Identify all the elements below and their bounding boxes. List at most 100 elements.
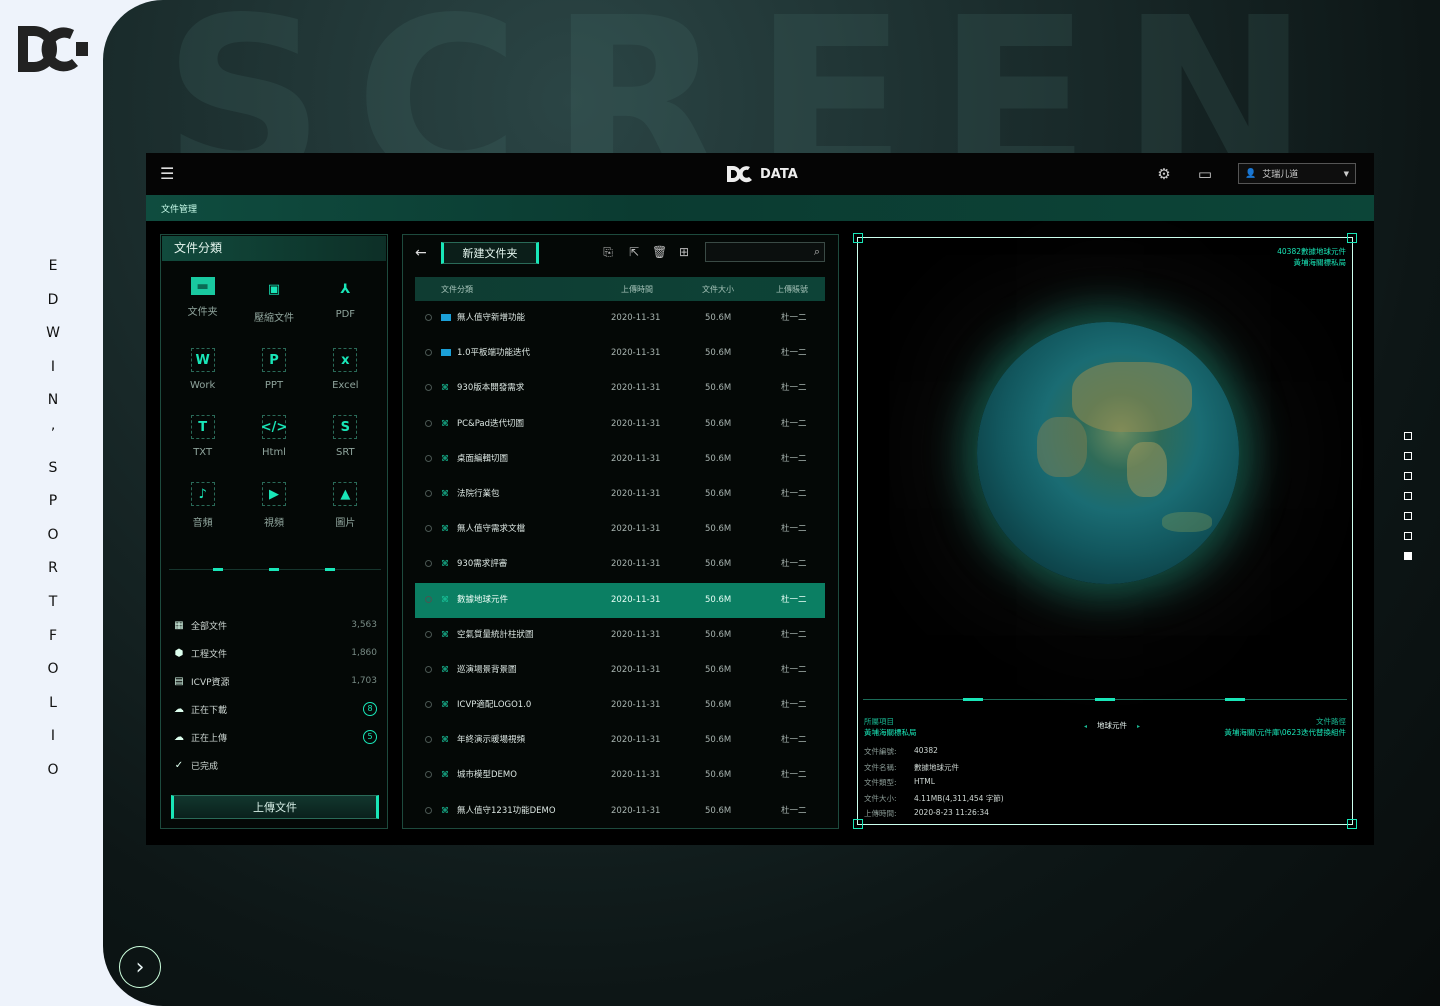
title-letter: I [50,728,56,745]
upload-button[interactable]: 上傳文件 [171,795,379,819]
title-letter: ’ [50,425,56,442]
page-dot[interactable] [1404,532,1412,540]
table-row[interactable]: 無人值守新增功能 2020-11-31 50.6M 杜一二 [415,301,825,336]
preview-panel: 40382數據地球元件 黃埔海關標私局 所屬項目 黃埔海關標私局 ◂ 地球元件 ▸ … [853,233,1357,829]
table-row[interactable]: ⌘ PC&Pad迭代切圖 2020-11-31 50.6M 杜一二 [415,407,825,442]
row-radio[interactable] [425,525,432,533]
row-radio[interactable] [425,454,432,462]
corner-mark [1347,233,1357,243]
row-radio[interactable] [425,349,432,357]
next-dot-icon[interactable]: ▸ [1137,723,1140,730]
table-row[interactable]: ⌘ 桌面編輯切圖 2020-11-31 50.6M 杜一二 [415,442,825,477]
table-row[interactable]: ⌘ 930版本開發需求 2020-11-31 50.6M 杜一二 [415,371,825,406]
prev-dot-icon[interactable]: ◂ [1084,723,1087,730]
settings-icon[interactable]: ⚙ [1156,166,1172,182]
save-icon[interactable]: ▭ [1197,166,1213,182]
title-letter: W [46,325,60,342]
table-row[interactable]: ⌘ 空氣質量統計柱狀圖 2020-11-31 50.6M 杜一二 [415,618,825,653]
table-row[interactable]: ⌘ ICVP適配LOGO1.0 2020-11-31 50.6M 杜一二 [415,688,825,723]
row-radio[interactable] [425,384,432,392]
row-radio[interactable] [425,419,432,427]
table-row[interactable]: ⌘ 930需求評審 2020-11-31 50.6M 杜一二 [415,547,825,582]
row-radio[interactable] [425,595,432,603]
vertical-title: E D W I N ’ S P O R T F O L I O [44,258,62,778]
category-item[interactable]: ⅄ PDF [310,277,381,324]
table-row[interactable]: ⌘ 數據地球元件 2020-11-31 50.6M 杜一二 [415,582,825,618]
row-radio[interactable] [425,701,432,709]
category-item[interactable]: ▣ 壓縮文件 [238,277,309,325]
category-item[interactable]: </> Html [238,415,309,458]
user-dropdown[interactable]: 👤 艾瑞儿道 ▼ [1238,163,1356,184]
file-icon: ⌘ [441,453,449,463]
preview-title-row: ◂ 地球元件 ▸ [1074,720,1150,731]
row-radio[interactable] [425,736,432,744]
column-header[interactable]: 上傳賬號 [776,277,808,301]
preview-tag: 40382數據地球元件 黃埔海關標私局 [1277,246,1346,268]
page-dot[interactable] [1404,552,1412,560]
file-size: 50.6M [705,348,732,359]
meta-key: 上傳時間: [864,809,897,818]
stat-row[interactable]: ✓ 已完成 [173,751,377,779]
stat-row[interactable]: ☁ 正在下載 8 [173,695,377,723]
row-radio[interactable] [425,630,432,638]
category-item[interactable]: x Excel [310,348,381,391]
earth-globe[interactable] [977,322,1239,584]
row-radio[interactable] [425,771,432,779]
page-dot[interactable] [1404,472,1412,480]
stat-row[interactable]: ⬢ 工程文件 1,860 [173,639,377,667]
file-icon: ⌘ [441,664,449,674]
title-letter: F [48,627,58,644]
preview-divider [863,698,1347,701]
meta-value: HTML [914,777,935,786]
page-dot[interactable] [1404,512,1412,520]
category-item[interactable]: T TXT [167,415,238,458]
grid-view-icon[interactable]: ⊞ [677,245,691,259]
category-item[interactable]: W Work [167,348,238,391]
user-icon: 👤 [1245,168,1257,179]
file-meta: 文件編號: 40382 文件名稱: 數據地球元件 文件類型: HTML 文件大小: 4.11M… [864,746,1004,824]
category-item[interactable]: S SRT [310,415,381,458]
category-item[interactable]: ♪ 音頻 [167,482,238,529]
row-radio[interactable] [425,665,432,673]
category-item[interactable]: ▬ 文件夹 [167,277,238,324]
table-row[interactable]: ⌘ 無人值守需求文檔 2020-11-31 50.6M 杜一二 [415,512,825,547]
meta-key: 文件大小: [864,793,897,803]
title-letter: S [48,459,58,476]
export-icon[interactable]: ⇱ [627,245,641,259]
next-arrow-button[interactable]: › [119,946,161,988]
file-icon: ⌘ [441,735,449,745]
search-input[interactable]: ⌕ [705,242,825,262]
trash-icon[interactable]: 🗑 [652,245,667,259]
table-row[interactable]: ⌘ 無人值守1231功能DEMO 2020-11-31 50.6M 杜一二 [415,794,825,829]
stat-count: 1,860 [351,648,377,658]
new-file-icon[interactable]: ⎘ [601,245,615,259]
row-radio[interactable] [425,489,432,497]
brand-text: DATA [760,166,798,182]
table-row[interactable]: ⌘ 城市模型DEMO 2020-11-31 50.6M 杜一二 [415,758,825,793]
category-item[interactable]: P PPT [238,348,309,391]
row-radio[interactable] [425,560,432,568]
column-header[interactable]: 文件大小 [702,277,734,301]
stat-row[interactable]: ▦ 全部文件 3,563 [173,611,377,639]
menu-icon[interactable]: ☰ [160,166,176,182]
category-item[interactable]: ▲ 圖片 [310,482,381,529]
column-header[interactable]: 文件分類 [441,277,473,301]
breadcrumb[interactable]: 文件管理 [161,202,197,215]
file-size: 50.6M [705,524,732,535]
table-row[interactable]: ⌘ 巡演場景背景圖 2020-11-31 50.6M 杜一二 [415,653,825,688]
uploader: 杜一二 [781,629,807,640]
row-radio[interactable] [425,314,432,321]
page-dot[interactable] [1404,492,1412,500]
category-item[interactable]: ▶ 視頻 [238,482,309,529]
page-dot[interactable] [1404,452,1412,460]
stat-row[interactable]: ▤ ICVP資源 1,703 [173,667,377,695]
stat-row[interactable]: ☁ 正在上傳 5 [173,723,377,751]
table-row[interactable]: 1.0平板端功能迭代 2020-11-31 50.6M 杜一二 [415,336,825,371]
new-folder-button[interactable]: 新建文件夹 [441,242,539,264]
table-row[interactable]: ⌘ 年終演示暖場視頻 2020-11-31 50.6M 杜一二 [415,723,825,758]
row-radio[interactable] [425,806,432,814]
column-header[interactable]: 上傳時間 [621,277,653,301]
table-row[interactable]: ⌘ 法院行業包 2020-11-31 50.6M 杜一二 [415,477,825,512]
back-arrow-icon[interactable]: ← [415,245,427,261]
page-dot[interactable] [1404,432,1412,440]
